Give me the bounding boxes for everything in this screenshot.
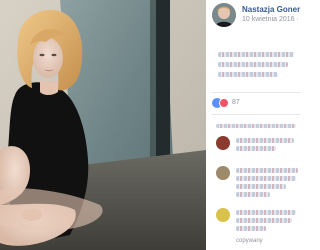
post-side-panel: Nastazja Gonera 10 kwietnia 2016 · 87 xyxy=(206,0,300,250)
comment-text-blurred xyxy=(236,218,292,223)
post-actions-blurred[interactable] xyxy=(216,124,296,128)
comment-item xyxy=(212,166,300,202)
post-caption-blurred xyxy=(218,62,288,67)
comment-text-blurred xyxy=(236,138,294,143)
comment-item xyxy=(212,136,300,162)
comment-text-blurred xyxy=(236,146,276,151)
reaction-summary[interactable]: 87 xyxy=(212,98,300,110)
post-header: Nastazja Gonera 10 kwietnia 2016 · xyxy=(212,3,300,29)
avatar-image xyxy=(212,3,236,27)
comment-text-blurred xyxy=(236,184,286,189)
comment-text-blurred xyxy=(236,226,266,231)
commenter-avatar[interactable] xyxy=(216,136,230,150)
post-photo[interactable] xyxy=(0,0,206,250)
comment-footer[interactable]: copywany xyxy=(236,238,263,244)
post-caption-blurred xyxy=(218,72,278,77)
post-caption-blurred xyxy=(218,52,294,57)
photo-viewer: Nastazja Gonera 10 kwietnia 2016 · 87 co… xyxy=(0,0,300,250)
love-icon xyxy=(219,98,229,108)
reaction-count[interactable]: 87 xyxy=(232,99,240,106)
comment-text-blurred xyxy=(236,168,298,173)
post-date-line: 10 kwietnia 2016 · xyxy=(242,16,300,23)
divider xyxy=(212,92,300,93)
photo-image xyxy=(0,0,206,250)
author-avatar[interactable] xyxy=(212,3,236,27)
date-separator: · xyxy=(296,16,299,23)
comment-text-blurred xyxy=(236,210,296,215)
divider xyxy=(212,114,300,115)
commenter-avatar[interactable] xyxy=(216,166,230,180)
post-date[interactable]: 10 kwietnia 2016 xyxy=(242,16,295,23)
commenter-avatar[interactable] xyxy=(216,208,230,222)
comment-text-blurred xyxy=(236,192,270,197)
comment-text-blurred xyxy=(236,176,296,181)
comment-item xyxy=(212,208,300,234)
author-name[interactable]: Nastazja Gonera xyxy=(242,5,300,14)
